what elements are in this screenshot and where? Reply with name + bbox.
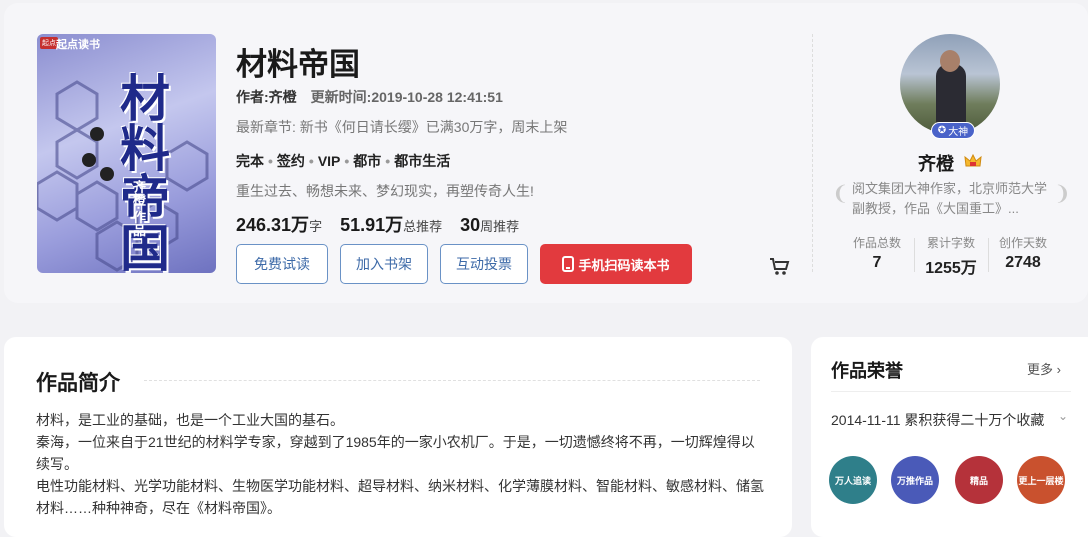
chevron-down-icon[interactable]: ⌄ [1058,409,1068,423]
tag-status: 完本 [236,153,264,169]
more-label: 更多 [1027,362,1054,377]
intro-divider [144,380,760,381]
medal-icon[interactable]: 精品 [955,456,1003,504]
stat-value: 2748 [1005,254,1041,271]
phone-icon [562,256,575,272]
author-avatar[interactable] [900,34,1000,134]
stat-label: 累计字数 [926,236,975,250]
book-tags: 完本 • 签约 • VIP • 都市 • 都市生活 [236,153,451,169]
scan-read-button[interactable]: 手机扫码读本书 [540,244,692,284]
intro-paragraph: 秦海，一位来自于21世纪的材料学专家，穿越到了1985年的一家小农机厂。于是，一… [36,434,755,472]
chevron-right-icon: › [1053,362,1061,377]
free-trial-button[interactable]: 免费试读 [236,244,328,284]
crown-icon [964,153,982,167]
medal-label: 更上一层楼 [1018,475,1064,486]
book-cover[interactable]: 起点 起点读书 材料帝国 齐橙·作品 [37,34,216,273]
stat-label: 作品总数 [852,236,901,250]
medal-label: 万人追读 [834,475,871,486]
medal-label: 万推作品 [896,475,933,486]
author-level-badge: ✪ 大神 [931,122,975,139]
honor-item: 2014-11-11 累积获得二十万个收藏 [831,412,1045,428]
word-count-unit: 字 [309,219,323,234]
week-recommend: 30 [460,215,481,235]
cover-title: 材料帝国 [112,72,171,272]
cover-author: 齐橙·作品 [131,180,146,237]
total-recommend-unit: 总推荐 [403,219,443,234]
tag-category[interactable]: 都市 [353,153,381,169]
medal-icon[interactable]: 万人追读 [829,456,877,504]
book-stats: 246.31万字 51.91万总推荐 30周推荐 [236,211,537,237]
intro-paragraph: 材料，是工业的基础，也是一个工业大国的基石。 [36,412,344,428]
cart-icon[interactable] [768,255,790,277]
medal-icon[interactable]: 更上一层楼 [1017,456,1065,504]
latest-chapter-link[interactable]: 最新章节: 新书《何日请长缨》已满30万字，周末上架 [236,117,567,137]
update-time: 更新时间:2019-10-28 12:41:51 [310,89,503,105]
author-stat-words: 累计字数 1255万 [922,234,980,278]
book-tagline: 重生过去、畅想未来、梦幻现实，再塑传奇人生! [236,183,534,199]
laurel-left-icon: ❨ [832,183,849,205]
intro-paragraph: 电性功能材料、光学功能材料、生物医学功能材料、超导材料、纳米材料、化学薄膜材料、… [36,478,764,516]
laurel-right-icon: ❩ [1054,183,1071,205]
vote-button[interactable]: 互动投票 [440,244,528,284]
word-count: 246.31万 [236,215,310,235]
book-meta: 作者:齐橙 更新时间:2019-10-28 12:41:51 [236,87,503,107]
stat-label: 创作天数 [998,236,1047,250]
stat-divider [914,238,915,272]
intro-title: 作品简介 [36,372,120,395]
author-name[interactable]: 齐橙 [918,150,954,176]
honors-more-link[interactable]: 更多 › [1027,359,1061,378]
tag-sign: 签约 [276,153,305,169]
scan-read-label: 手机扫码读本书 [578,257,670,273]
tag-vip: VIP [317,153,341,169]
honors-divider [831,391,1071,392]
stat-divider [988,238,989,272]
stat-value: 1255万 [925,260,977,277]
intro-panel: 作品简介 材料，是工业的基础，也是一个工业大国的基石。 秦海，一位来自于21世纪… [4,337,792,537]
header-divider [812,34,813,272]
week-recommend-unit: 周推荐 [480,219,520,234]
author-stat-days: 创作天数 2748 [994,234,1052,272]
honors-panel: 作品荣誉 更多 › 2014-11-11 累积获得二十万个收藏 ⌄ 万人追读 万… [811,337,1088,537]
author-stat-works: 作品总数 7 [848,234,906,272]
tag-subcategory[interactable]: 都市生活 [394,153,450,169]
medal-label: 精品 [969,475,988,486]
author-level-label: 大神 [948,127,969,138]
author-link[interactable]: 作者:齐橙 [236,89,297,105]
medal-icon[interactable]: 万推作品 [891,456,939,504]
stat-value: 7 [872,254,882,271]
honors-title: 作品荣誉 [831,361,903,381]
intro-text: 材料，是工业的基础，也是一个工业大国的基石。 秦海，一位来自于21世纪的材料学专… [36,409,764,519]
badge-icon: ✪ [937,125,947,136]
total-recommend: 51.91万 [340,215,404,235]
add-to-shelf-button[interactable]: 加入书架 [340,244,428,284]
book-title: 材料帝国 [236,47,360,82]
author-description: 阅文集团大神作家，北京师范大学副教授，作品《大国重工》... [852,181,1048,216]
